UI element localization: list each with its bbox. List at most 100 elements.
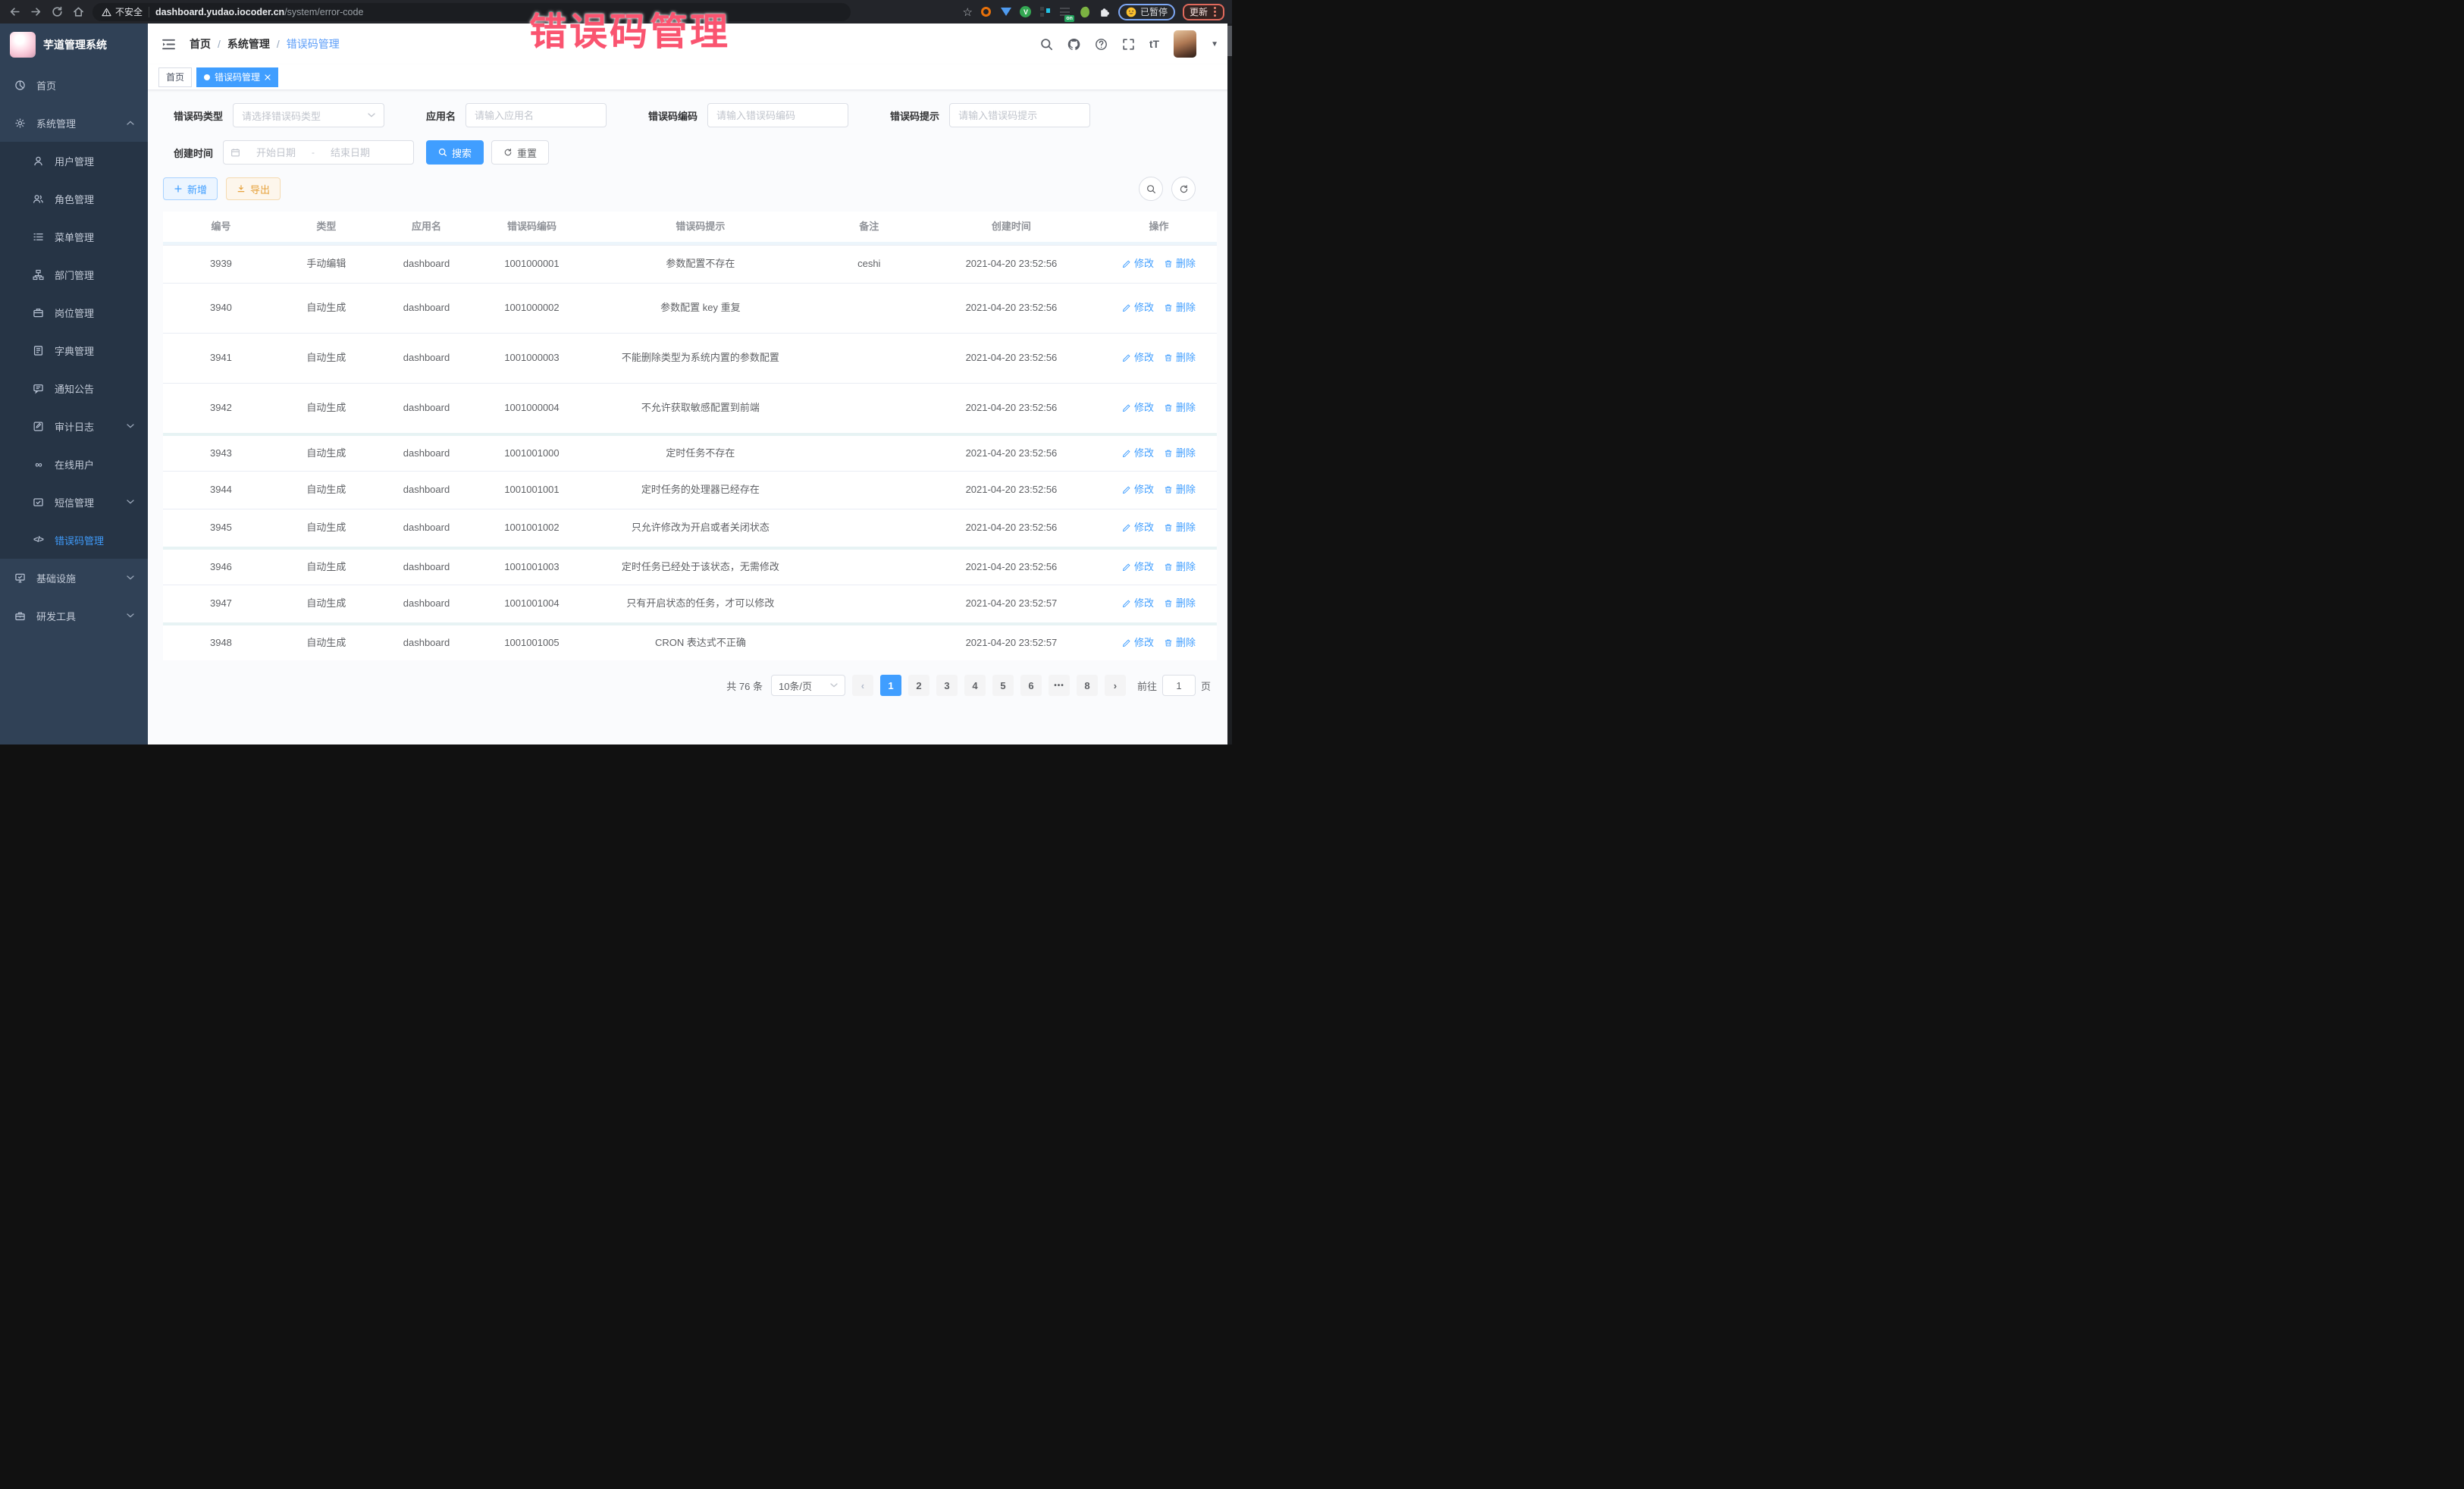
sidebar-item-roles[interactable]: 角色管理 <box>0 180 148 218</box>
page-button-5[interactable]: 5 <box>992 675 1014 696</box>
app-name-input[interactable] <box>466 103 607 127</box>
tag-home[interactable]: 首页 <box>158 67 192 87</box>
error-msg-input[interactable] <box>949 103 1090 127</box>
delete-link[interactable]: 删除 <box>1164 560 1196 575</box>
delete-link[interactable]: 删除 <box>1164 300 1196 315</box>
show-search-icon[interactable] <box>1139 177 1163 201</box>
edit-link[interactable]: 修改 <box>1122 596 1154 611</box>
browser-update-button[interactable]: 更新 <box>1183 4 1224 20</box>
delete-link[interactable]: 删除 <box>1164 446 1196 461</box>
search-button[interactable]: 搜索 <box>426 140 484 165</box>
extensions-puzzle-icon[interactable] <box>1099 6 1111 18</box>
github-icon[interactable] <box>1067 38 1080 51</box>
edit-link[interactable]: 修改 <box>1122 635 1154 650</box>
scrollbar-thumb[interactable] <box>1227 26 1232 56</box>
sidebar-item-audit-log[interactable]: 审计日志 <box>0 407 148 445</box>
page-button-4[interactable]: 4 <box>964 675 986 696</box>
app-logo[interactable]: 芋道管理系统 <box>0 24 148 66</box>
delete-link[interactable]: 删除 <box>1164 635 1196 650</box>
home-icon[interactable] <box>71 5 85 19</box>
error-type-select[interactable]: 请选择错误码类型 <box>233 103 384 127</box>
sidebar-item-infrastructure[interactable]: 基础设施 <box>0 559 148 597</box>
extension-icon-grid[interactable] <box>1039 6 1052 18</box>
sidebar-item-menus[interactable]: 菜单管理 <box>0 218 148 255</box>
security-warning[interactable]: 不安全 <box>102 5 143 18</box>
forward-icon[interactable] <box>29 5 42 19</box>
download-icon <box>237 184 246 193</box>
extension-icon-gem[interactable] <box>1000 6 1012 18</box>
active-dot-icon <box>204 74 210 80</box>
breadcrumb-system[interactable]: 系统管理 <box>227 36 270 52</box>
trash-icon <box>1164 599 1173 608</box>
sidebar-item-announcements[interactable]: 通知公告 <box>0 369 148 407</box>
extension-icon-v[interactable]: V <box>1020 6 1032 18</box>
tag-error-code[interactable]: 错误码管理 <box>196 67 278 87</box>
help-icon[interactable] <box>1095 38 1108 51</box>
search-icon[interactable] <box>1040 38 1053 51</box>
sidebar-item-sms[interactable]: 短信管理 <box>0 483 148 521</box>
edit-link[interactable]: 修改 <box>1122 256 1154 271</box>
breadcrumb-current: 错误码管理 <box>287 36 340 52</box>
sidebar-item-devtools[interactable]: 研发工具 <box>0 597 148 635</box>
extension-icon-ring[interactable] <box>980 6 992 18</box>
reload-icon[interactable] <box>50 5 64 19</box>
sidebar-item-online-users[interactable]: ∞ 在线用户 <box>0 445 148 483</box>
start-date-input[interactable] <box>245 147 307 158</box>
page-button-2[interactable]: 2 <box>908 675 929 696</box>
edit-link[interactable]: 修改 <box>1122 350 1154 365</box>
sidebar-item-system[interactable]: 系统管理 <box>0 104 148 142</box>
edit-link[interactable]: 修改 <box>1122 300 1154 315</box>
extension-icon-leaf[interactable] <box>1079 6 1091 18</box>
sidebar-item-posts[interactable]: 岗位管理 <box>0 293 148 331</box>
sidebar-collapse-icon[interactable] <box>161 37 176 52</box>
prev-page-button[interactable]: ‹ <box>852 675 873 696</box>
delete-link[interactable]: 删除 <box>1164 350 1196 365</box>
sidebar-item-dictionary[interactable]: 字典管理 <box>0 331 148 369</box>
add-button[interactable]: 新增 <box>163 177 218 200</box>
page-button-8[interactable]: 8 <box>1077 675 1098 696</box>
page-button-1[interactable]: 1 <box>880 675 901 696</box>
page-scrollbar[interactable] <box>1227 24 1232 744</box>
delete-link[interactable]: 删除 <box>1164 520 1196 535</box>
tag-close-icon[interactable] <box>265 74 271 80</box>
sidebar: 芋道管理系统 首页 系统管理 用户管理 角色管理 菜单管理 <box>0 24 148 744</box>
date-range-picker[interactable]: - <box>223 140 414 165</box>
breadcrumb-home[interactable]: 首页 <box>190 36 211 52</box>
back-icon[interactable] <box>8 5 21 19</box>
delete-link[interactable]: 删除 <box>1164 482 1196 497</box>
sidebar-item-home[interactable]: 首页 <box>0 66 148 104</box>
error-code-input[interactable] <box>707 103 848 127</box>
avatar-caret-icon[interactable]: ▼ <box>1211 40 1218 49</box>
extension-icon-lines[interactable]: on <box>1059 6 1071 18</box>
address-bar[interactable]: 不安全 dashboard.yudao.iocoder.cn/system/er… <box>92 3 851 21</box>
fullscreen-icon[interactable] <box>1122 38 1135 51</box>
edit-link[interactable]: 修改 <box>1122 520 1154 535</box>
page-button-6[interactable]: 6 <box>1020 675 1042 696</box>
reset-button[interactable]: 重置 <box>491 140 549 165</box>
refresh-table-icon[interactable] <box>1171 177 1196 201</box>
delete-link[interactable]: 删除 <box>1164 400 1196 415</box>
font-size-icon[interactable]: tT <box>1149 38 1159 50</box>
edit-link[interactable]: 修改 <box>1122 560 1154 575</box>
export-button[interactable]: 导出 <box>226 177 281 200</box>
trash-icon <box>1164 563 1173 572</box>
edit-link[interactable]: 修改 <box>1122 446 1154 461</box>
next-page-button[interactable]: › <box>1105 675 1126 696</box>
sidebar-item-departments[interactable]: 部门管理 <box>0 255 148 293</box>
page-size-select[interactable]: 10条/页 <box>771 675 845 696</box>
sidebar-item-error-code[interactable]: </> 错误码管理 <box>0 521 148 559</box>
delete-link[interactable]: 删除 <box>1164 596 1196 611</box>
end-date-input[interactable] <box>319 147 381 158</box>
app-title: 芋道管理系统 <box>43 37 107 52</box>
profile-paused-badge[interactable]: 已暂停 <box>1118 4 1175 20</box>
edit-link[interactable]: 修改 <box>1122 400 1154 415</box>
page-button-3[interactable]: 3 <box>936 675 958 696</box>
goto-page-input[interactable] <box>1162 675 1196 696</box>
edit-link[interactable]: 修改 <box>1122 482 1154 497</box>
bookmark-star-icon[interactable]: ☆ <box>963 5 973 19</box>
user-avatar[interactable] <box>1174 30 1196 58</box>
more-pages-button[interactable]: ••• <box>1049 675 1070 696</box>
chevron-down-icon <box>127 575 134 580</box>
sidebar-item-users[interactable]: 用户管理 <box>0 142 148 180</box>
delete-link[interactable]: 删除 <box>1164 256 1196 271</box>
